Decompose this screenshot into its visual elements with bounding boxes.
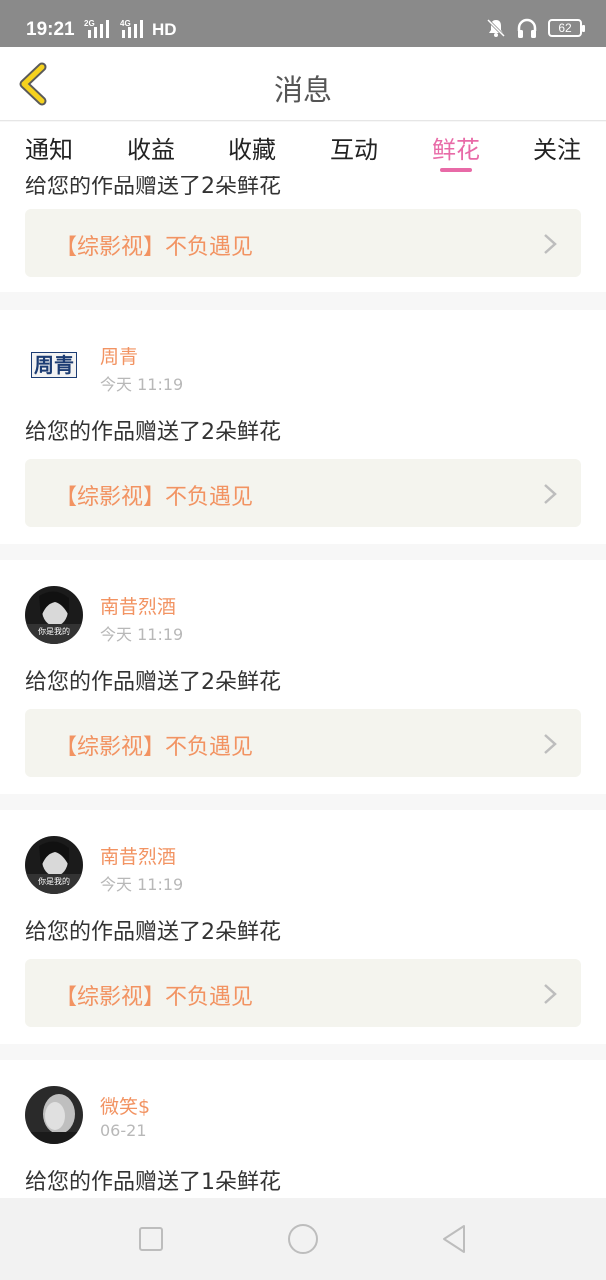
message-time: 今天 11:19 — [100, 625, 184, 644]
status-time: 19:21 — [26, 19, 75, 40]
chevron-right-icon — [544, 734, 557, 754]
avatar-image: 你是我的 — [25, 586, 83, 644]
message-card: 你是我的 南昔烈酒 今天 11:19 给您的作品赠送了2朵鲜花 【综影视】不负遇… — [0, 810, 606, 1044]
message-card: 微笑$ 06-21 给您的作品赠送了1朵鲜花 — [0, 1060, 606, 1198]
tab-earnings[interactable]: 收益 — [127, 130, 175, 165]
active-tab-indicator — [440, 168, 472, 172]
tab-interactions[interactable]: 互动 — [330, 130, 378, 165]
message-card: 给您的作品赠送了2朵鲜花 【综影视】不负遇见 — [0, 176, 606, 292]
system-nav-bar — [0, 1198, 606, 1280]
message-text: 给您的作品赠送了2朵鲜花 — [25, 920, 281, 945]
headphones-icon — [517, 18, 537, 38]
message-time: 06-21 — [100, 1121, 147, 1140]
work-link[interactable]: 【综影视】不负遇见 — [25, 209, 581, 277]
message-list[interactable]: 给您的作品赠送了2朵鲜花 【综影视】不负遇见 周青 周青 今天 11:19 给您… — [0, 176, 606, 1198]
chevron-right-icon — [544, 234, 557, 254]
mute-bell-icon — [486, 18, 506, 38]
user-name[interactable]: 南昔烈酒 — [100, 592, 176, 619]
user-name[interactable]: 周青 — [100, 342, 138, 369]
avatar[interactable]: 你是我的 — [25, 586, 83, 644]
status-bar: 19:21 2G 4G HD 62 — [0, 0, 606, 47]
avatar[interactable]: 周青 — [25, 336, 83, 394]
network-2-label: 4G — [120, 19, 131, 28]
message-time: 今天 11:19 — [100, 875, 184, 894]
page-title: 消息 — [273, 73, 332, 107]
signal-2g-icon: 2G — [84, 19, 109, 38]
avatar[interactable] — [25, 1086, 83, 1144]
back-nav-icon[interactable] — [438, 1222, 472, 1256]
tab-favorites[interactable]: 收藏 — [228, 130, 276, 165]
avatar-image: 你是我的 — [25, 836, 83, 894]
tab-flowers[interactable]: 鲜花 — [432, 130, 480, 165]
work-title: 【综影视】不负遇见 — [55, 735, 254, 760]
home-icon[interactable] — [286, 1222, 320, 1256]
user-name[interactable]: 南昔烈酒 — [100, 842, 176, 869]
work-title: 【综影视】不负遇见 — [55, 485, 254, 510]
message-text: 给您的作品赠送了2朵鲜花 — [25, 670, 281, 695]
message-text: 给您的作品赠送了2朵鲜花 — [25, 176, 281, 199]
tab-following[interactable]: 关注 — [533, 130, 581, 165]
message-text: 给您的作品赠送了2朵鲜花 — [25, 420, 281, 445]
avatar[interactable]: 你是我的 — [25, 836, 83, 894]
recent-apps-icon[interactable] — [134, 1222, 168, 1256]
work-link[interactable]: 【综影视】不负遇见 — [25, 959, 581, 1027]
user-name[interactable]: 微笑$ — [100, 1092, 150, 1119]
tab-notifications[interactable]: 通知 — [25, 130, 73, 165]
work-link[interactable]: 【综影视】不负遇见 — [25, 459, 581, 527]
avatar-image — [25, 1086, 83, 1144]
message-tabs: 通知 收益 收藏 互动 鲜花 关注 — [0, 122, 606, 176]
battery-indicator: 62 — [548, 19, 585, 37]
work-link[interactable]: 【综影视】不负遇见 — [25, 709, 581, 777]
work-title: 【综影视】不负遇见 — [55, 235, 254, 260]
chevron-right-icon — [544, 984, 557, 1004]
work-title: 【综影视】不负遇见 — [55, 985, 254, 1010]
signal-4g-icon: 4G — [120, 19, 143, 38]
avatar-text: 周青 — [31, 352, 77, 378]
avatar-caption: 你是我的 — [38, 626, 70, 636]
chevron-right-icon — [544, 484, 557, 504]
message-card: 周青 周青 今天 11:19 给您的作品赠送了2朵鲜花 【综影视】不负遇见 — [0, 310, 606, 544]
hd-indicator: HD — [152, 20, 177, 39]
message-text: 给您的作品赠送了1朵鲜花 — [25, 1170, 281, 1195]
avatar-caption: 你是我的 — [38, 876, 70, 886]
app-header: 消息 — [0, 47, 606, 121]
message-time: 今天 11:19 — [100, 375, 184, 394]
network-1-label: 2G — [84, 19, 95, 28]
message-card: 你是我的 南昔烈酒 今天 11:19 给您的作品赠送了2朵鲜花 【综影视】不负遇… — [0, 560, 606, 794]
